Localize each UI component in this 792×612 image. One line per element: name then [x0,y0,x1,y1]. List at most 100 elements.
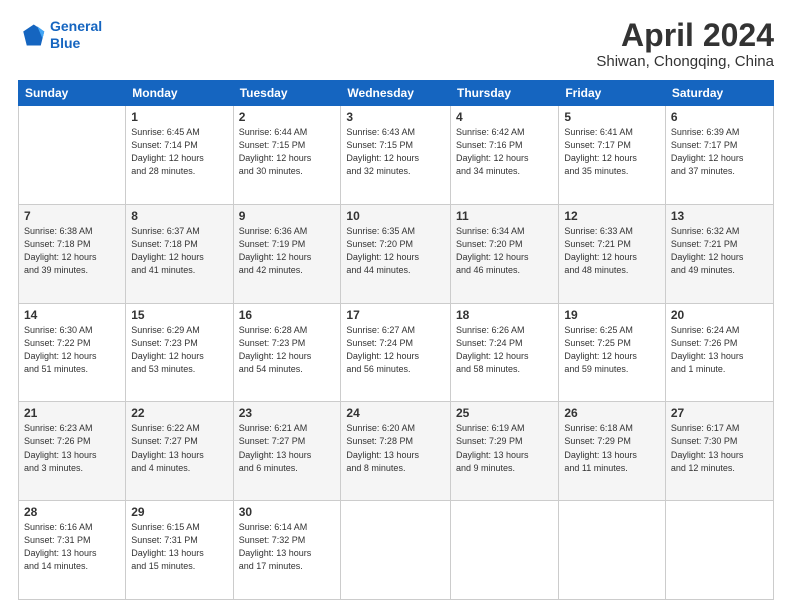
day-number: 1 [131,110,227,124]
cell-daylight-info: Sunrise: 6:21 AM Sunset: 7:27 PM Dayligh… [239,422,336,474]
calendar-header-saturday: Saturday [665,81,773,106]
calendar-header-monday: Monday [126,81,233,106]
cell-daylight-info: Sunrise: 6:36 AM Sunset: 7:19 PM Dayligh… [239,225,336,277]
calendar-cell: 16 Sunrise: 6:28 AM Sunset: 7:23 PM Dayli… [233,303,341,402]
calendar-week-row: 7 Sunrise: 6:38 AM Sunset: 7:18 PM Daylig… [19,204,774,303]
day-number: 12 [564,209,660,223]
cell-daylight-info: Sunrise: 6:39 AM Sunset: 7:17 PM Dayligh… [671,126,768,178]
day-number: 24 [346,406,445,420]
cell-daylight-info: Sunrise: 6:29 AM Sunset: 7:23 PM Dayligh… [131,324,227,376]
day-number: 17 [346,308,445,322]
calendar-cell: 28 Sunrise: 6:16 AM Sunset: 7:31 PM Dayli… [19,501,126,600]
day-number: 30 [239,505,336,519]
cell-daylight-info: Sunrise: 6:22 AM Sunset: 7:27 PM Dayligh… [131,422,227,474]
logo-line1: General [50,18,102,34]
subtitle: Shiwan, Chongqing, China [596,53,774,70]
calendar-cell: 30 Sunrise: 6:14 AM Sunset: 7:32 PM Dayli… [233,501,341,600]
calendar-table: SundayMondayTuesdayWednesdayThursdayFrid… [18,80,774,600]
calendar-cell: 4 Sunrise: 6:42 AM Sunset: 7:16 PM Daylig… [451,106,559,205]
calendar-cell: 12 Sunrise: 6:33 AM Sunset: 7:21 PM Dayli… [559,204,666,303]
calendar-week-row: 1 Sunrise: 6:45 AM Sunset: 7:14 PM Daylig… [19,106,774,205]
day-number: 26 [564,406,660,420]
page: General Blue April 2024 Shiwan, Chongqin… [0,0,792,612]
calendar-cell: 21 Sunrise: 6:23 AM Sunset: 7:26 PM Dayli… [19,402,126,501]
cell-daylight-info: Sunrise: 6:45 AM Sunset: 7:14 PM Dayligh… [131,126,227,178]
calendar-header-wednesday: Wednesday [341,81,451,106]
day-number: 23 [239,406,336,420]
calendar-cell: 29Sunrise: 6:15 AM Sunset: 7:31 PM Dayli… [126,501,233,600]
logo-text: General Blue [50,18,102,52]
day-number: 5 [564,110,660,124]
day-number: 9 [239,209,336,223]
calendar-cell: 14Sunrise: 6:30 AM Sunset: 7:22 PM Dayli… [19,303,126,402]
calendar-cell: 13 Sunrise: 6:32 AM Sunset: 7:21 PM Dayli… [665,204,773,303]
calendar-cell: 2Sunrise: 6:44 AM Sunset: 7:15 PM Daylig… [233,106,341,205]
day-number: 10 [346,209,445,223]
day-number: 11 [456,209,553,223]
day-number: 3 [346,110,445,124]
cell-daylight-info: Sunrise: 6:27 AM Sunset: 7:24 PM Dayligh… [346,324,445,376]
cell-daylight-info: Sunrise: 6:38 AM Sunset: 7:18 PM Dayligh… [24,225,120,277]
title-block: April 2024 Shiwan, Chongqing, China [596,18,774,70]
calendar-cell: 10 Sunrise: 6:35 AM Sunset: 7:20 PM Dayli… [341,204,451,303]
calendar-cell: 27Sunrise: 6:17 AM Sunset: 7:30 PM Dayli… [665,402,773,501]
calendar-cell [19,106,126,205]
calendar-cell: 20 Sunrise: 6:24 AM Sunset: 7:26 PM Dayli… [665,303,773,402]
cell-daylight-info: Sunrise: 6:20 AM Sunset: 7:28 PM Dayligh… [346,422,445,474]
day-number: 21 [24,406,120,420]
cell-daylight-info: Sunrise: 6:23 AM Sunset: 7:26 PM Dayligh… [24,422,120,474]
day-number: 16 [239,308,336,322]
cell-daylight-info: Sunrise: 6:33 AM Sunset: 7:21 PM Dayligh… [564,225,660,277]
cell-daylight-info: Sunrise: 6:19 AM Sunset: 7:29 PM Dayligh… [456,422,553,474]
calendar-cell [341,501,451,600]
logo: General Blue [18,18,102,52]
day-number: 18 [456,308,553,322]
cell-daylight-info: Sunrise: 6:14 AM Sunset: 7:32 PM Dayligh… [239,521,336,573]
day-number: 8 [131,209,227,223]
calendar-cell: 9 Sunrise: 6:36 AM Sunset: 7:19 PM Daylig… [233,204,341,303]
logo-icon [18,21,46,49]
cell-daylight-info: Sunrise: 6:35 AM Sunset: 7:20 PM Dayligh… [346,225,445,277]
calendar-header-row: SundayMondayTuesdayWednesdayThursdayFrid… [19,81,774,106]
calendar-cell: 5Sunrise: 6:41 AM Sunset: 7:17 PM Daylig… [559,106,666,205]
calendar-cell: 11 Sunrise: 6:34 AM Sunset: 7:20 PM Dayli… [451,204,559,303]
day-number: 13 [671,209,768,223]
day-number: 20 [671,308,768,322]
cell-daylight-info: Sunrise: 6:42 AM Sunset: 7:16 PM Dayligh… [456,126,553,178]
calendar-cell: 22 Sunrise: 6:22 AM Sunset: 7:27 PM Dayli… [126,402,233,501]
cell-daylight-info: Sunrise: 6:43 AM Sunset: 7:15 PM Dayligh… [346,126,445,178]
day-number: 4 [456,110,553,124]
cell-daylight-info: Sunrise: 6:16 AM Sunset: 7:31 PM Dayligh… [24,521,120,573]
cell-daylight-info: Sunrise: 6:37 AM Sunset: 7:18 PM Dayligh… [131,225,227,277]
calendar-cell [451,501,559,600]
calendar-cell: 8 Sunrise: 6:37 AM Sunset: 7:18 PM Daylig… [126,204,233,303]
day-number: 6 [671,110,768,124]
calendar-cell: 19Sunrise: 6:25 AM Sunset: 7:25 PM Dayli… [559,303,666,402]
calendar-cell: 23 Sunrise: 6:21 AM Sunset: 7:27 PM Dayli… [233,402,341,501]
calendar-cell: 25Sunrise: 6:19 AM Sunset: 7:29 PM Dayli… [451,402,559,501]
day-number: 29 [131,505,227,519]
day-number: 22 [131,406,227,420]
calendar-cell: 18 Sunrise: 6:26 AM Sunset: 7:24 PM Dayli… [451,303,559,402]
cell-daylight-info: Sunrise: 6:32 AM Sunset: 7:21 PM Dayligh… [671,225,768,277]
day-number: 15 [131,308,227,322]
calendar-header-thursday: Thursday [451,81,559,106]
header: General Blue April 2024 Shiwan, Chongqin… [18,18,774,70]
calendar-header-friday: Friday [559,81,666,106]
cell-daylight-info: Sunrise: 6:24 AM Sunset: 7:26 PM Dayligh… [671,324,768,376]
calendar-cell [559,501,666,600]
calendar-cell [665,501,773,600]
calendar-cell: 7 Sunrise: 6:38 AM Sunset: 7:18 PM Daylig… [19,204,126,303]
cell-daylight-info: Sunrise: 6:34 AM Sunset: 7:20 PM Dayligh… [456,225,553,277]
calendar-cell: 24 Sunrise: 6:20 AM Sunset: 7:28 PM Dayli… [341,402,451,501]
day-number: 7 [24,209,120,223]
cell-daylight-info: Sunrise: 6:26 AM Sunset: 7:24 PM Dayligh… [456,324,553,376]
calendar-cell: 6 Sunrise: 6:39 AM Sunset: 7:17 PM Daylig… [665,106,773,205]
calendar-week-row: 28 Sunrise: 6:16 AM Sunset: 7:31 PM Dayli… [19,501,774,600]
cell-daylight-info: Sunrise: 6:28 AM Sunset: 7:23 PM Dayligh… [239,324,336,376]
calendar-header-sunday: Sunday [19,81,126,106]
calendar-cell: 3 Sunrise: 6:43 AM Sunset: 7:15 PM Daylig… [341,106,451,205]
calendar-week-row: 21 Sunrise: 6:23 AM Sunset: 7:26 PM Dayli… [19,402,774,501]
day-number: 28 [24,505,120,519]
calendar-week-row: 14Sunrise: 6:30 AM Sunset: 7:22 PM Dayli… [19,303,774,402]
